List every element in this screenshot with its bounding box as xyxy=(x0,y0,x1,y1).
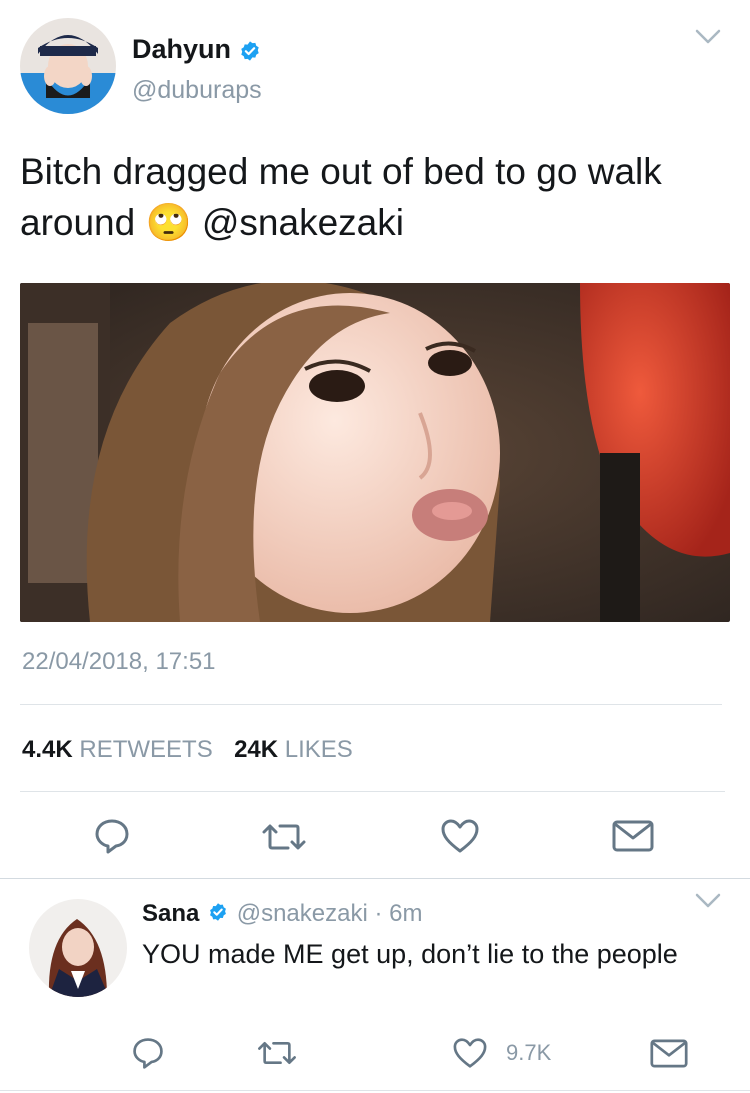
reply-author-avatar[interactable] xyxy=(29,899,127,997)
author-name-row: Dahyun xyxy=(132,34,261,68)
divider-top xyxy=(20,704,722,705)
likes-label[interactable]: LIKES xyxy=(285,736,353,763)
direct-message-icon[interactable] xyxy=(612,820,654,852)
reply-like-heart-icon[interactable] xyxy=(452,1037,488,1069)
tweet-timestamp[interactable]: 22/04/2018, 17:51 xyxy=(22,648,216,676)
author-display-name[interactable]: Dahyun xyxy=(132,34,231,64)
retweets-label[interactable]: RETWEETS xyxy=(79,736,212,763)
tweet-text: Bitch dragged me out of bed to go walk a… xyxy=(20,146,720,248)
reply-retweet-icon[interactable] xyxy=(254,1038,300,1068)
tweet-photo[interactable] xyxy=(20,283,730,622)
retweet-icon[interactable] xyxy=(258,820,310,854)
mention-link[interactable]: @snakezaki xyxy=(202,202,404,243)
retweets-count[interactable]: 4.4K xyxy=(22,736,73,763)
reply-handle[interactable]: @snakezaki xyxy=(237,900,368,927)
reply-chevron-down-icon[interactable] xyxy=(695,893,721,909)
chevron-down-icon[interactable] xyxy=(695,29,721,45)
author-avatar[interactable] xyxy=(20,18,116,114)
reply-icon[interactable] xyxy=(93,817,131,855)
reply-time[interactable]: 6m xyxy=(389,900,422,927)
verified-badge-icon xyxy=(239,40,261,67)
reply-reply-icon[interactable] xyxy=(131,1036,165,1070)
section-separator xyxy=(0,878,750,879)
engagement-stats: 4.4K RETWEETS 24K LIKES xyxy=(22,736,353,764)
reply-display-name[interactable]: Sana xyxy=(142,900,199,927)
reply-header: Sana @snakezaki · 6m xyxy=(142,900,423,929)
like-heart-icon[interactable] xyxy=(440,818,480,854)
reply-text: YOU made ME get up, don’t lie to the peo… xyxy=(142,939,678,969)
reply-direct-message-icon[interactable] xyxy=(650,1039,688,1068)
reply-verified-badge-icon xyxy=(208,901,228,929)
bottom-border xyxy=(0,1090,750,1091)
author-handle[interactable]: @duburaps xyxy=(132,76,262,105)
reply-separator: · xyxy=(374,900,383,927)
divider-middle xyxy=(20,791,725,792)
reply-like-count[interactable]: 9.7K xyxy=(506,1040,551,1066)
eye-roll-emoji: 🙄 xyxy=(145,202,192,243)
likes-count[interactable]: 24K xyxy=(234,736,278,763)
